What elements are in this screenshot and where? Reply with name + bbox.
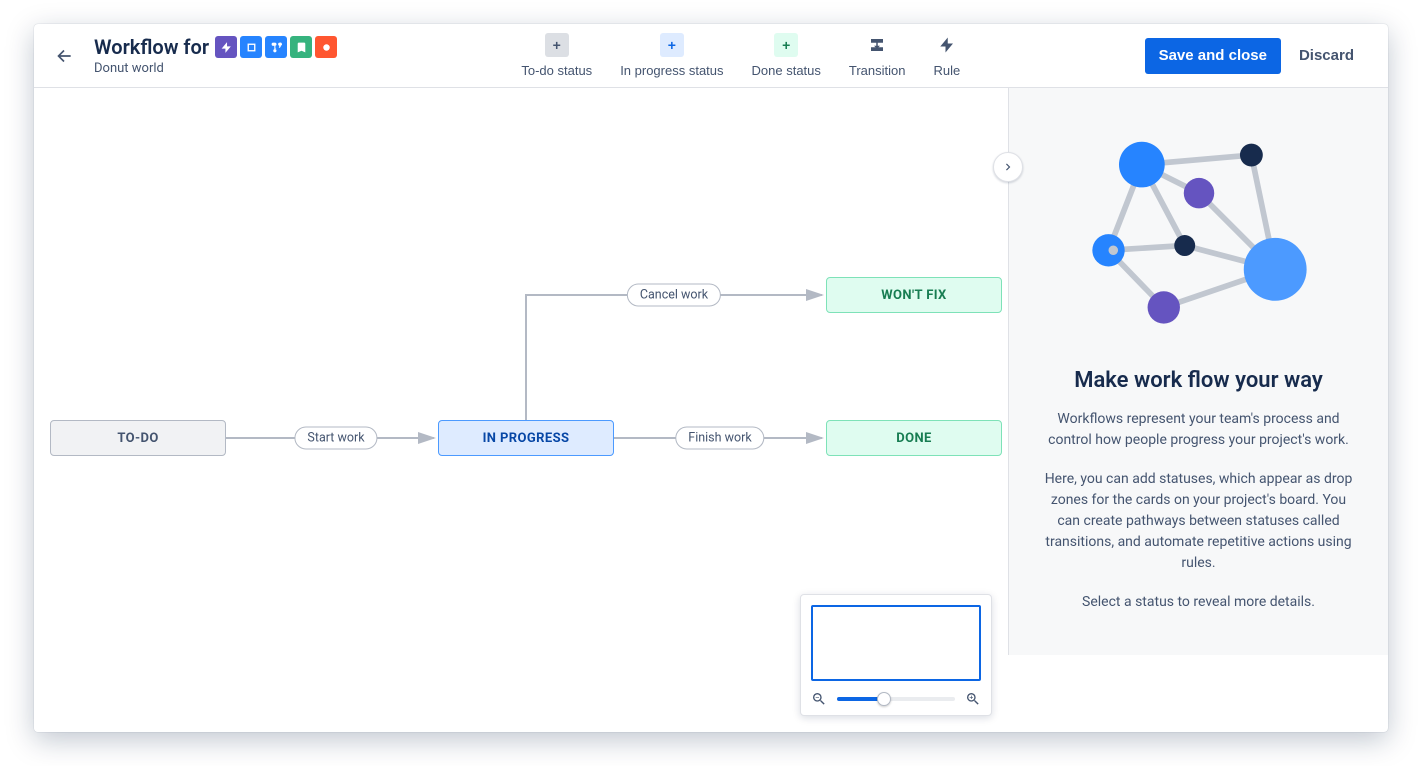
toolbar: + To-do status + In progress status + Done st… (345, 33, 1137, 78)
project-type-icon (265, 36, 287, 58)
plus-icon: + (545, 33, 569, 57)
status-node-inprog[interactable]: IN PROGRESS (438, 420, 614, 456)
project-name: Donut world (94, 61, 337, 76)
arrow-left-icon (54, 46, 74, 66)
sidepanel-title: Make work flow your way (1041, 368, 1356, 393)
zoom-slider[interactable] (837, 697, 955, 701)
project-type-icon (215, 36, 237, 58)
project-type-icon (240, 36, 262, 58)
plus-icon: + (660, 33, 684, 57)
transition-icon (865, 33, 889, 57)
save-button[interactable]: Save and close (1145, 38, 1281, 74)
toolbar-item-label: Done status (752, 63, 821, 78)
toolbar-item-in-progress-status[interactable]: + In progress status (620, 33, 723, 78)
workflow-illustration (1089, 136, 1309, 336)
toolbar-item-label: To-do status (521, 63, 592, 78)
back-button[interactable] (46, 38, 82, 74)
plus-icon: + (774, 33, 798, 57)
minimap (800, 594, 992, 716)
project-type-icons (215, 36, 337, 58)
zoom-out-button[interactable] (811, 691, 827, 707)
transition-label[interactable]: Cancel work (627, 284, 721, 307)
zoom-slider-thumb[interactable] (877, 692, 891, 706)
transition-label[interactable]: Finish work (675, 427, 764, 450)
zoom-out-icon (811, 691, 827, 707)
sidepanel-paragraph: Select a status to reveal more details. (1041, 592, 1356, 613)
chevron-right-icon (1001, 160, 1015, 174)
project-type-icon (290, 36, 312, 58)
toolbar-item-to-do-status[interactable]: + To-do status (521, 33, 592, 78)
sidepanel: Make work flow your way Workflows repres… (1008, 88, 1388, 655)
bolt-icon (935, 33, 959, 57)
status-node-done[interactable]: DONE (826, 420, 1002, 456)
page-title-prefix: Workflow for (94, 35, 209, 59)
toolbar-item-done-status[interactable]: + Done status (752, 33, 821, 78)
toolbar-item-rule[interactable]: Rule (934, 33, 961, 78)
minimap-viewport[interactable] (811, 605, 981, 681)
workflow-canvas[interactable]: TO-DO IN PROGRESS DONE WON'T FIX Start work F… (34, 88, 1008, 732)
title-block: Workflow for Donut world (94, 35, 337, 76)
header: Workflow for Donut world + To-do status + I… (34, 24, 1388, 88)
sidepanel-paragraph: Workflows represent your team's process … (1041, 409, 1356, 451)
discard-button[interactable]: Discard (1285, 38, 1368, 74)
transition-label[interactable]: Start work (294, 427, 377, 450)
status-node-wontfix[interactable]: WON'T FIX (826, 277, 1002, 313)
toolbar-item-label: Rule (934, 63, 961, 78)
zoom-in-button[interactable] (965, 691, 981, 707)
status-node-todo[interactable]: TO-DO (50, 420, 226, 456)
toolbar-item-transition[interactable]: Transition (849, 33, 906, 78)
toolbar-item-label: In progress status (620, 63, 723, 78)
zoom-in-icon (965, 691, 981, 707)
sidepanel-paragraph: Here, you can add statuses, which appear… (1041, 469, 1356, 574)
collapse-sidepanel-button[interactable] (993, 152, 1023, 182)
project-type-icon (315, 36, 337, 58)
toolbar-item-label: Transition (849, 63, 906, 78)
